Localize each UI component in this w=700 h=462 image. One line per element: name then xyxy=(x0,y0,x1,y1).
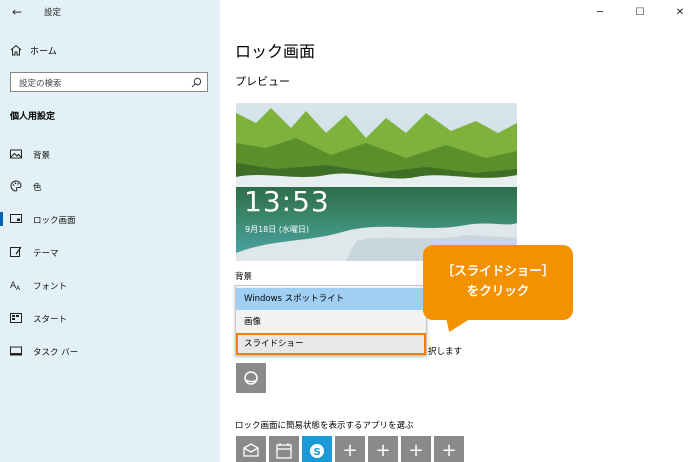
window-controls: ─ ☐ ✕ xyxy=(580,0,700,24)
sidebar-item-theme[interactable]: テーマ xyxy=(0,242,220,262)
search-placeholder: 設定の検索 xyxy=(19,79,62,89)
minimize-button[interactable]: ─ xyxy=(580,0,620,24)
weather-app-icon xyxy=(244,371,258,385)
picture-icon xyxy=(10,149,22,159)
svg-text:S: S xyxy=(314,447,321,458)
page-title: ロック画面 xyxy=(235,42,316,61)
quick-app-tile-calendar[interactable] xyxy=(269,436,299,462)
lock-screen-preview: 13:53 9月18日 (水曜日) xyxy=(236,103,517,261)
search-input[interactable]: 設定の検索 xyxy=(10,72,208,92)
detail-app-tile[interactable] xyxy=(236,363,266,393)
quick-app-tile-skype[interactable]: S xyxy=(302,436,332,462)
start-icon xyxy=(10,313,22,323)
sidebar: ← 設定 ホーム 設定の検索 個人用設定 背景 色 ロック画面 テーマ AA フ… xyxy=(0,0,220,462)
titlebar: ← 設定 xyxy=(0,0,220,24)
back-button[interactable]: ← xyxy=(8,3,26,21)
sidebar-item-background[interactable]: 背景 xyxy=(0,144,220,164)
add-app-button[interactable]: + xyxy=(335,436,365,462)
lock-clock: 13:53 xyxy=(244,185,330,218)
skype-icon: S xyxy=(310,444,324,458)
quick-app-tile-mail[interactable] xyxy=(236,436,266,462)
callout-line-1: ［スライドショー］ xyxy=(441,263,555,278)
close-button[interactable]: ✕ xyxy=(660,0,700,24)
instruction-callout: ［スライドショー］ をクリック xyxy=(423,245,573,320)
app-title: 設定 xyxy=(44,8,62,18)
sidebar-item-color[interactable]: 色 xyxy=(0,176,220,196)
sidebar-item-label: 色 xyxy=(33,183,42,193)
dropdown-option-slideshow[interactable]: スライドショー xyxy=(236,333,426,355)
sidebar-item-start[interactable]: スタート xyxy=(0,308,220,328)
dropdown-option-picture[interactable]: 画像 xyxy=(236,311,426,333)
dropdown-option-spotlight[interactable]: Windows スポットライト xyxy=(236,288,426,310)
sidebar-item-lock-screen[interactable]: ロック画面 xyxy=(0,209,220,229)
quick-status-apps-label: ロック画面に簡易状態を表示するアプリを選ぶ xyxy=(235,421,414,431)
lock-screen-icon xyxy=(10,214,22,223)
preview-label: プレビュー xyxy=(235,75,290,88)
home-icon xyxy=(10,44,22,56)
calendar-icon xyxy=(276,443,292,459)
search-icon xyxy=(191,77,202,88)
lock-date: 9月18日 (水曜日) xyxy=(245,225,310,234)
sidebar-item-label: ロック画面 xyxy=(33,216,76,226)
sidebar-item-label: 背景 xyxy=(33,151,51,161)
mail-icon xyxy=(243,443,259,457)
sidebar-item-label: テーマ xyxy=(33,249,59,259)
callout-line-2: をクリック xyxy=(466,283,530,298)
add-app-button[interactable]: + xyxy=(401,436,431,462)
preview-landscape-image xyxy=(236,103,517,261)
svg-text:A: A xyxy=(16,285,21,291)
sidebar-item-label: フォント xyxy=(33,282,68,292)
palette-icon xyxy=(10,180,22,192)
sidebar-item-font[interactable]: AA フォント xyxy=(0,275,220,295)
sidebar-item-taskbar[interactable]: タスク バー xyxy=(0,341,220,361)
section-title: 個人用設定 xyxy=(10,112,56,122)
sidebar-item-label: タスク バー xyxy=(33,348,79,358)
home-label: ホーム xyxy=(30,46,57,57)
taskbar-icon xyxy=(10,346,22,356)
sidebar-item-label: スタート xyxy=(33,315,68,325)
choose-app-text: 択します xyxy=(428,347,463,357)
font-icon: AA xyxy=(10,281,21,291)
main-content: ─ ☐ ✕ ロック画面 プレビュー 13:53 9月18日 (水曜日) 背景 W… xyxy=(220,0,700,462)
background-label: 背景 xyxy=(235,272,253,282)
add-app-button[interactable]: + xyxy=(368,436,398,462)
home-nav-item[interactable]: ホーム xyxy=(10,42,57,58)
maximize-button[interactable]: ☐ xyxy=(620,0,660,24)
brush-icon xyxy=(10,246,22,257)
background-dropdown[interactable]: Windows スポットライト 画像 スライドショー xyxy=(235,285,427,356)
add-app-button[interactable]: + xyxy=(434,436,464,462)
